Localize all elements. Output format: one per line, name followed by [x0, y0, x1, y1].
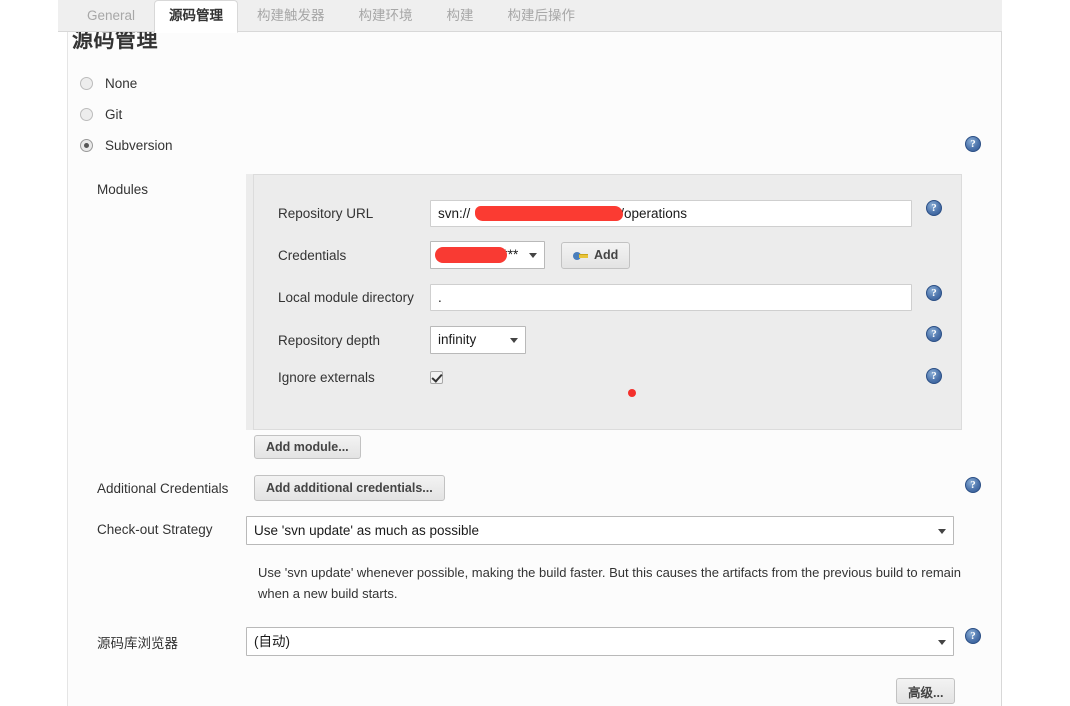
repository-depth-value: infinity [438, 332, 477, 347]
tab-post-build-actions[interactable]: 构建后操作 [493, 0, 591, 33]
repository-depth-row: Repository depth infinity [278, 326, 526, 354]
jenkins-scm-config-screen: 源码管理 General 源码管理 构建触发器 构建环境 构建 构建后操作 No… [0, 0, 1070, 706]
scm-option-subversion[interactable]: Subversion [80, 133, 173, 157]
ignore-externals-row: Ignore externals [278, 370, 443, 385]
chevron-down-icon [938, 528, 946, 534]
ignore-externals-checkbox[interactable] [430, 371, 443, 384]
add-credentials-button-label: Add [594, 248, 619, 262]
repository-depth-label: Repository depth [278, 332, 381, 348]
help-icon-local-module-directory[interactable]: ? [926, 285, 942, 301]
scm-option-git[interactable]: Git [80, 102, 122, 126]
repository-url-row: Repository URL svn:// /operations [278, 200, 912, 227]
add-additional-credentials-button[interactable]: Add additional credentials... [254, 475, 445, 501]
credentials-redaction [435, 247, 507, 263]
repository-url-label: Repository URL [278, 206, 374, 221]
add-credentials-button[interactable]: Add [561, 241, 631, 269]
tab-general[interactable]: General [72, 0, 150, 33]
help-icon-additional-credentials[interactable]: ? [965, 477, 981, 493]
additional-credentials-label: Additional Credentials [97, 481, 229, 496]
credentials-label: Credentials [278, 247, 347, 263]
local-module-directory-input[interactable]: . [430, 284, 912, 311]
tab-build-environment[interactable]: 构建环境 [344, 0, 428, 33]
repository-url-redaction [475, 206, 623, 221]
tab-list: General 源码管理 构建触发器 构建环境 构建 构建后操作 [72, 0, 594, 33]
radio-git-icon[interactable] [80, 107, 93, 121]
repository-depth-select[interactable]: infinity [430, 326, 526, 354]
modules-section-label: Modules [97, 182, 149, 197]
credentials-row: Credentials ***** Add [278, 241, 631, 269]
radio-subversion-icon[interactable] [80, 138, 93, 152]
checkout-strategy-select[interactable]: Use 'svn update' as much as possible [246, 516, 954, 545]
tab-build[interactable]: 构建 [432, 0, 489, 33]
repository-browser-label: 源码库浏览器 [97, 636, 178, 651]
ignore-externals-label: Ignore externals [278, 370, 375, 385]
chevron-down-icon [510, 338, 518, 343]
repository-url-prefix: svn:// [438, 206, 471, 221]
scm-option-none[interactable]: None [80, 71, 137, 95]
local-module-directory-row: Local module directory . [278, 284, 912, 311]
key-icon [573, 250, 588, 261]
radio-none-icon[interactable] [80, 76, 93, 90]
checkout-strategy-value: Use 'svn update' as much as possible [254, 523, 480, 538]
help-icon-repository-depth[interactable]: ? [926, 326, 942, 342]
tab-bar: General 源码管理 构建触发器 构建环境 构建 构建后操作 [58, 0, 1002, 33]
local-module-directory-label: Local module directory [278, 290, 414, 305]
repository-url-input[interactable]: svn:// /operations [430, 200, 912, 227]
chevron-down-icon [529, 253, 537, 258]
credentials-select[interactable]: ***** [430, 241, 545, 269]
modules-panel: Repository URL svn:// /operations Credent… [246, 174, 962, 430]
left-rail [58, 32, 68, 706]
checkout-strategy-label: Check-out Strategy [97, 522, 213, 537]
tab-build-triggers[interactable]: 构建触发器 [242, 0, 340, 33]
help-icon-repository-browser[interactable]: ? [965, 628, 981, 644]
modules-gutter [246, 174, 254, 430]
repository-browser-value: (自动) [254, 634, 290, 649]
repository-browser-select[interactable]: (自动) [246, 627, 954, 656]
help-icon-ignore-externals[interactable]: ? [926, 368, 942, 384]
checkout-strategy-description: Use 'svn update' whenever possible, maki… [258, 565, 961, 601]
scm-option-git-label: Git [105, 106, 123, 122]
scm-option-none-label: None [105, 75, 138, 91]
add-module-button[interactable]: Add module... [254, 435, 361, 459]
repository-url-suffix: /operations [620, 206, 688, 221]
help-icon-subversion[interactable]: ? [965, 136, 981, 152]
scm-option-subversion-label: Subversion [105, 137, 173, 153]
chevron-down-icon [938, 639, 946, 645]
annotation-dot [628, 389, 636, 397]
tab-scm[interactable]: 源码管理 [154, 0, 239, 33]
help-icon-repository-url[interactable]: ? [926, 200, 942, 216]
advanced-button[interactable]: 高级... [896, 678, 956, 704]
